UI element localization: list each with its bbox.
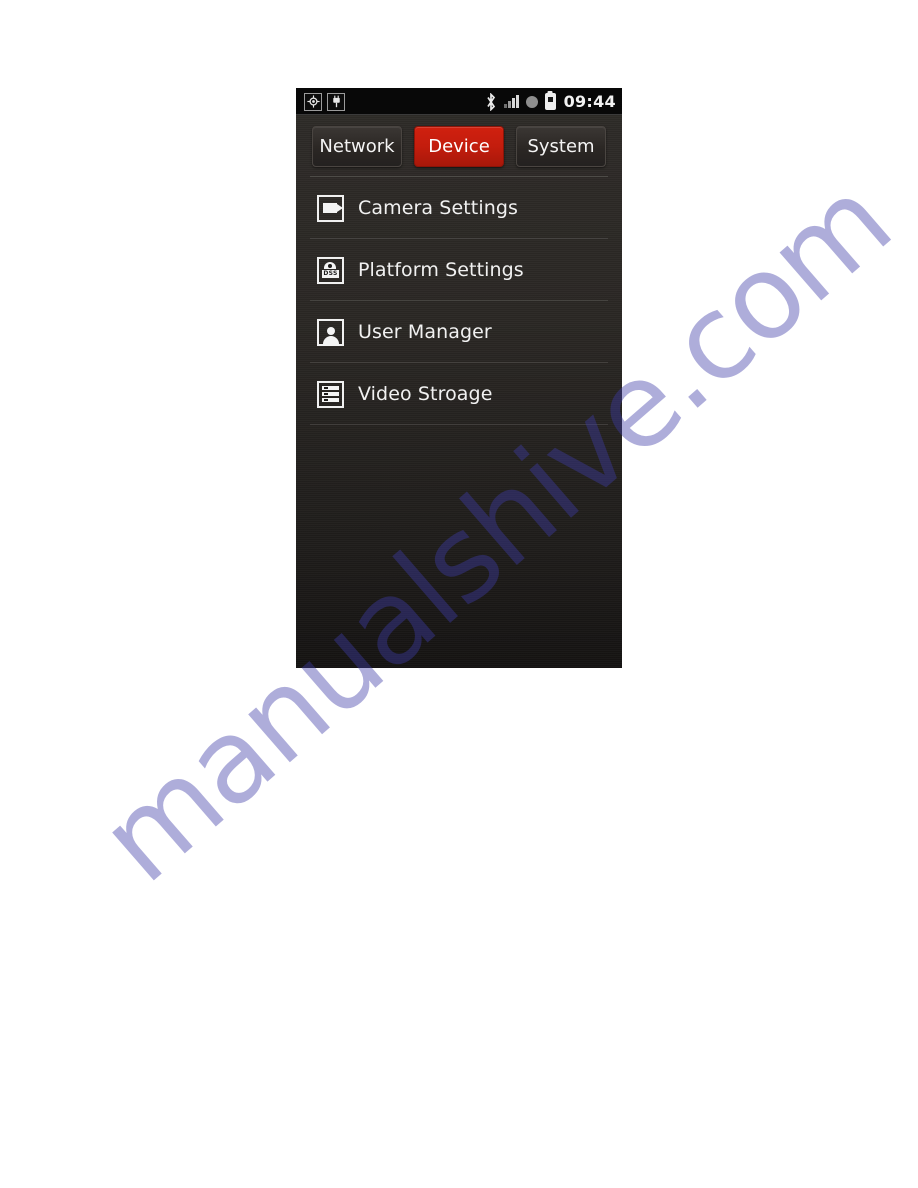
alarm-dot-icon bbox=[525, 95, 538, 108]
list-item-label: Camera Settings bbox=[358, 197, 519, 219]
status-bar-clock: 09:44 bbox=[563, 92, 616, 111]
phone-screen: 09:44 Network Device System Camera Setti… bbox=[296, 88, 622, 668]
status-bar-left-icons bbox=[304, 92, 345, 111]
list-item-label: User Manager bbox=[358, 321, 492, 343]
battery-icon bbox=[544, 93, 556, 110]
list-item-label: Video Stroage bbox=[358, 383, 493, 405]
tab-bar: Network Device System bbox=[296, 115, 622, 177]
tab-device[interactable]: Device bbox=[414, 125, 504, 167]
tab-network-label: Network bbox=[319, 135, 395, 157]
tab-system[interactable]: System bbox=[516, 125, 606, 167]
list-item-user-manager[interactable]: User Manager bbox=[296, 301, 622, 363]
list-item-video-storage[interactable]: Video Stroage bbox=[296, 363, 622, 425]
dss-icon-text: DSS bbox=[322, 270, 339, 278]
list-item-label: Platform Settings bbox=[358, 259, 524, 281]
gps-icon bbox=[304, 92, 322, 111]
status-bar-right-icons: 09:44 bbox=[485, 92, 616, 111]
status-bar: 09:44 bbox=[296, 88, 622, 115]
usb-plug-icon bbox=[327, 92, 345, 111]
dss-platform-icon: DSS bbox=[317, 256, 344, 284]
bluetooth-icon bbox=[485, 92, 497, 111]
storage-rack-icon bbox=[317, 380, 344, 408]
list-item-camera-settings[interactable]: Camera Settings bbox=[296, 177, 622, 239]
tab-network[interactable]: Network bbox=[312, 125, 402, 167]
list-item-platform-settings[interactable]: DSS Platform Settings bbox=[296, 239, 622, 301]
video-camera-icon bbox=[317, 194, 344, 222]
signal-bars-icon bbox=[504, 95, 519, 108]
user-icon bbox=[317, 318, 344, 346]
tab-device-label: Device bbox=[428, 135, 490, 157]
settings-list: Camera Settings DSS Platform Settings Us… bbox=[296, 177, 622, 425]
tab-system-label: System bbox=[527, 135, 595, 157]
